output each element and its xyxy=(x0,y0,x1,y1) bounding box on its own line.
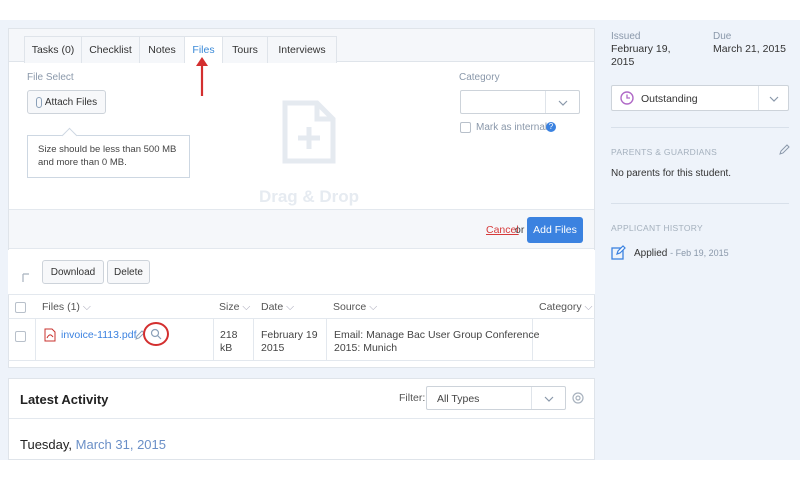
header-files[interactable]: Files (1) ⌵ xyxy=(42,301,91,314)
sort-icon: ⌵ xyxy=(369,301,378,313)
sort-icon: ⌵ xyxy=(286,301,295,313)
sort-icon: ⌵ xyxy=(82,301,91,313)
col-divider xyxy=(253,318,254,360)
drop-zone[interactable]: Drag & Drop xyxy=(249,100,369,219)
size-tooltip: Size should be less than 500 MB and more… xyxy=(27,135,190,178)
tab-tours[interactable]: Tours xyxy=(222,36,268,63)
status-value: Outstanding xyxy=(641,93,698,105)
tooltip-line-1: Size should be less than 500 MB xyxy=(38,144,177,155)
chevron-down-icon xyxy=(769,96,779,102)
issued-date: February 19, 2015 xyxy=(611,43,671,68)
select-all-checkbox[interactable] xyxy=(15,302,26,313)
header-source[interactable]: Source ⌵ xyxy=(333,301,377,314)
sidebar-divider xyxy=(611,203,789,204)
attach-files-button[interactable]: Attach Files xyxy=(27,90,106,114)
chevron-down-icon xyxy=(558,100,568,106)
edit-pencil-icon[interactable] xyxy=(779,144,790,155)
delete-button[interactable]: Delete xyxy=(107,260,150,284)
history-heading: APPLICANT HISTORY xyxy=(611,223,704,233)
sort-icon: ⌵ xyxy=(584,301,593,313)
sort-icon: ⌵ xyxy=(242,301,251,313)
edit-square-icon xyxy=(611,245,626,260)
or-text: or xyxy=(515,224,525,236)
due-date: March 21, 2015 xyxy=(713,43,786,55)
file-plus-icon xyxy=(282,100,336,164)
status-select[interactable]: Outstanding xyxy=(611,85,789,111)
tooltip-line-2: and more than 0 MB. xyxy=(38,157,127,168)
filter-select[interactable]: All Types xyxy=(426,386,566,410)
mark-internal-label: Mark as internal xyxy=(476,122,548,133)
download-button[interactable]: Download xyxy=(42,260,104,284)
col-divider xyxy=(35,318,36,360)
category-label: Category xyxy=(459,72,500,83)
add-files-button[interactable]: Add Files xyxy=(527,217,583,243)
sidebar-divider xyxy=(611,127,789,128)
tab-notes[interactable]: Notes xyxy=(139,36,185,63)
tab-tasks[interactable]: Tasks (0) xyxy=(24,36,82,63)
drop-zone-text: Drag & Drop xyxy=(258,187,360,206)
activity-date: March 31, 2015 xyxy=(75,437,166,452)
tab-checklist[interactable]: Checklist xyxy=(81,36,140,63)
issued-label: Issued xyxy=(611,31,641,42)
settings-icon[interactable] xyxy=(572,392,584,404)
activity-day: Tuesday, xyxy=(20,437,73,452)
header-category[interactable]: Category ⌵ xyxy=(539,301,593,314)
tab-bar: Tasks (0) Checklist Notes Files Tours In… xyxy=(9,29,594,63)
activity-title: Latest Activity xyxy=(20,392,109,407)
due-label: Due xyxy=(713,31,732,42)
chevron-down-icon xyxy=(544,396,554,402)
table-bottom-border xyxy=(8,360,595,361)
table-header-border xyxy=(8,318,595,319)
tab-interviews[interactable]: Interviews xyxy=(267,36,337,63)
col-divider xyxy=(213,318,214,360)
red-circle-annotation xyxy=(143,322,169,346)
select-divider xyxy=(545,91,546,113)
file-size: 218 kB xyxy=(220,329,238,354)
history-label: Applied xyxy=(634,248,668,259)
category-select[interactable] xyxy=(460,90,580,114)
help-icon[interactable]: ? xyxy=(546,122,556,132)
clock-icon xyxy=(620,91,634,105)
filter-label: Filter: xyxy=(399,392,426,404)
mark-internal-checkbox[interactable] xyxy=(460,122,471,133)
select-arrow-icon xyxy=(22,273,29,282)
red-arrow-annotation xyxy=(196,57,208,96)
row-checkbox[interactable] xyxy=(15,331,26,342)
pdf-file-icon xyxy=(44,328,56,342)
parents-heading: PARENTS & GUARDIANS xyxy=(611,147,718,157)
file-select-label: File Select xyxy=(27,72,74,83)
header-date[interactable]: Date ⌵ xyxy=(261,301,294,314)
col-divider xyxy=(326,318,327,360)
file-date: February 19 2015 xyxy=(261,329,318,354)
header-size[interactable]: Size ⌵ xyxy=(219,301,250,314)
activity-date-heading: Tuesday, March 31, 2015 xyxy=(20,437,166,452)
select-divider xyxy=(531,387,532,409)
file-name-link[interactable]: invoice-1113.pdf xyxy=(61,329,137,342)
history-date: - Feb 19, 2015 xyxy=(670,248,729,258)
attach-files-label: Attach Files xyxy=(44,96,98,108)
table-top-border xyxy=(8,294,595,295)
history-item: Applied - Feb 19, 2015 xyxy=(634,248,729,259)
latest-activity-panel: Latest Activity Filter: All Types Tuesda… xyxy=(8,378,595,460)
paperclip-icon xyxy=(35,96,42,108)
parents-text: No parents for this student. xyxy=(611,168,732,179)
cancel-link[interactable]: Cancel xyxy=(486,224,519,236)
file-source: Email: Manage Bac User Group Conference 2… xyxy=(334,329,540,354)
select-divider xyxy=(758,86,759,110)
filter-value: All Types xyxy=(437,393,480,405)
